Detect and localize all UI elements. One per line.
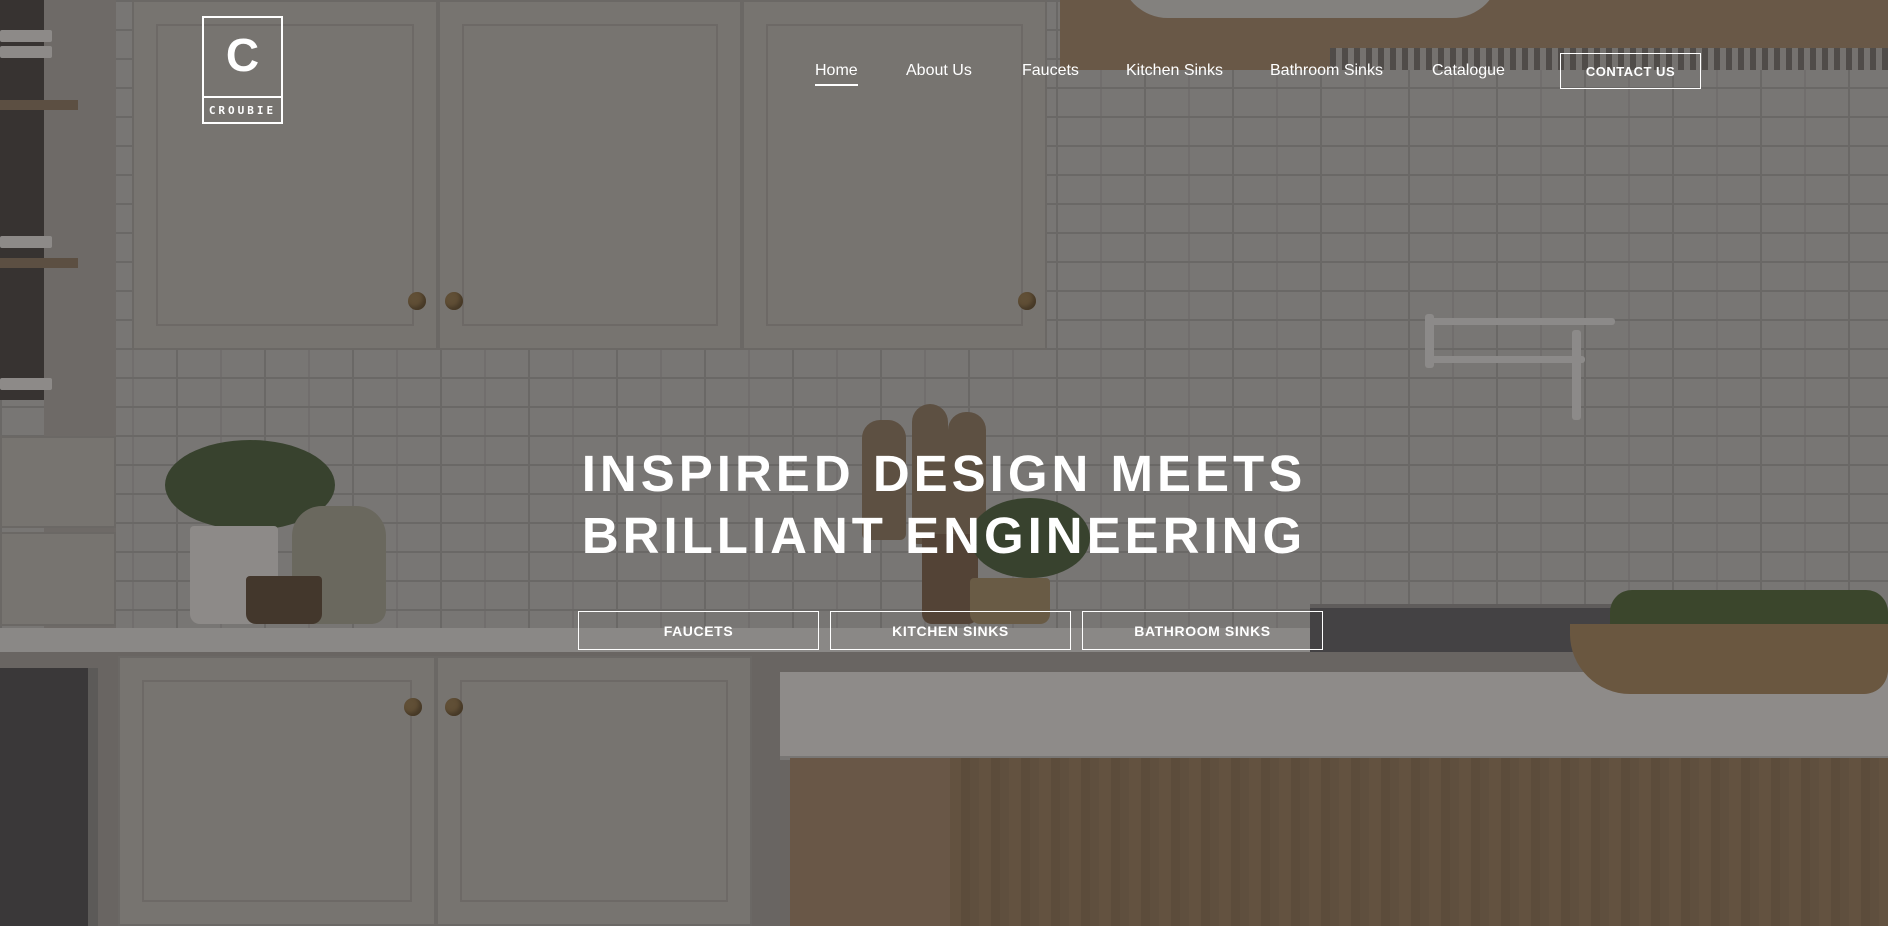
kitchen-sinks-button[interactable]: KITCHEN SINKS (830, 611, 1071, 650)
hero-section: C CROUBIE Home About Us Faucets Kitchen … (0, 0, 1888, 926)
logo-divider (204, 96, 281, 98)
logo-letter: C (225, 29, 260, 81)
nav-about-us[interactable]: About Us (906, 60, 972, 82)
contact-us-button[interactable]: CONTACT US (1560, 53, 1701, 89)
bathroom-sinks-button[interactable]: BATHROOM SINKS (1082, 611, 1323, 650)
faucets-button[interactable]: FAUCETS (578, 611, 819, 650)
hero-headline: INSPIRED DESIGN MEETS BRILLIANT ENGINEER… (0, 443, 1888, 567)
nav-faucets[interactable]: Faucets (1022, 60, 1079, 82)
logo-home-link[interactable]: C CROUBIE (202, 16, 283, 124)
nav-catalogue[interactable]: Catalogue (1432, 60, 1505, 82)
headline-line-1: INSPIRED DESIGN MEETS (581, 445, 1307, 502)
logo-wordmark: CROUBIE (208, 104, 277, 117)
headline-line-2: BRILLIANT ENGINEERING (581, 507, 1307, 564)
nav-home[interactable]: Home (815, 60, 858, 86)
nav-bathroom-sinks[interactable]: Bathroom Sinks (1270, 60, 1383, 82)
nav-kitchen-sinks[interactable]: Kitchen Sinks (1126, 60, 1223, 82)
